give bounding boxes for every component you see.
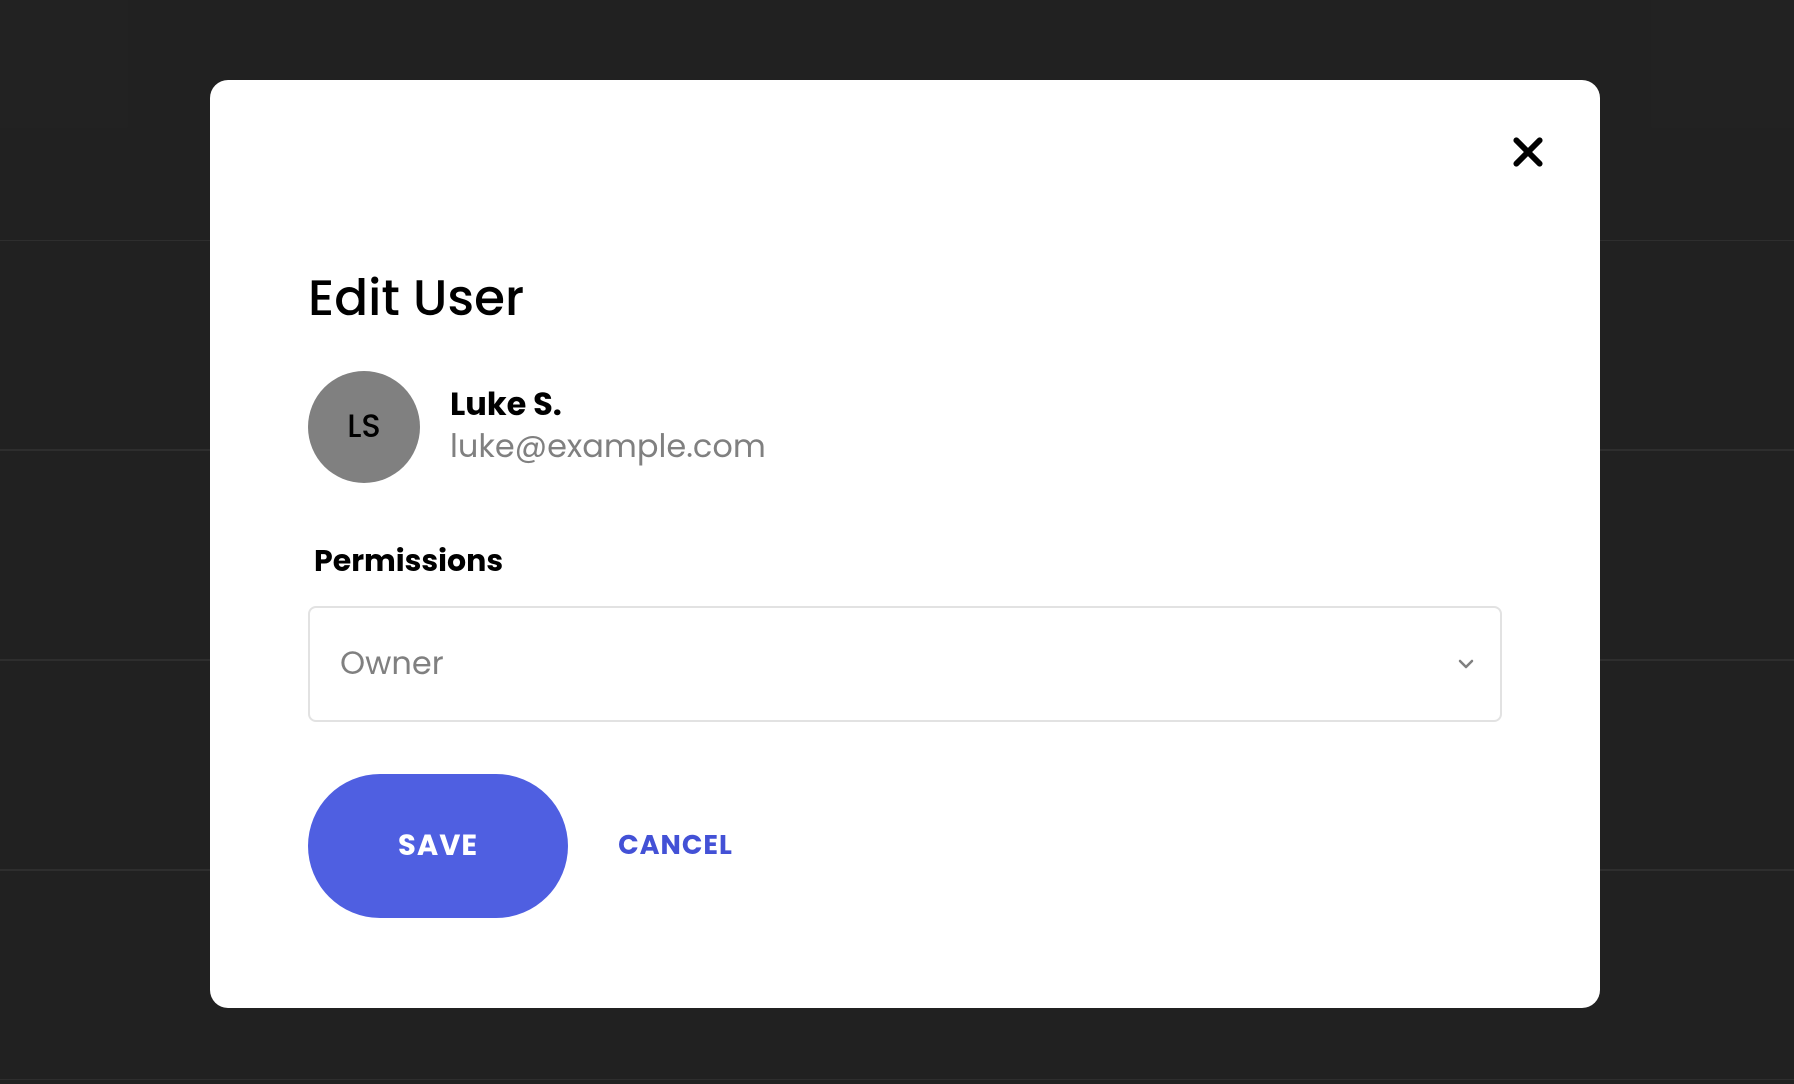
user-name: Luke S. bbox=[450, 384, 766, 426]
user-block: LS Luke S. luke@example.com bbox=[308, 371, 1502, 483]
save-button[interactable]: SAVE bbox=[308, 774, 568, 918]
close-button[interactable] bbox=[1504, 128, 1552, 176]
avatar: LS bbox=[308, 371, 420, 483]
permissions-label: Permissions bbox=[314, 538, 1502, 584]
permissions-select[interactable]: Owner bbox=[308, 606, 1502, 722]
user-email: luke@example.com bbox=[450, 425, 766, 470]
modal-title: Edit User bbox=[308, 260, 1502, 336]
edit-user-modal: Edit User LS Luke S. luke@example.com Pe… bbox=[210, 80, 1600, 1008]
close-icon bbox=[1508, 132, 1548, 172]
cancel-button[interactable]: CANCEL bbox=[618, 826, 733, 866]
